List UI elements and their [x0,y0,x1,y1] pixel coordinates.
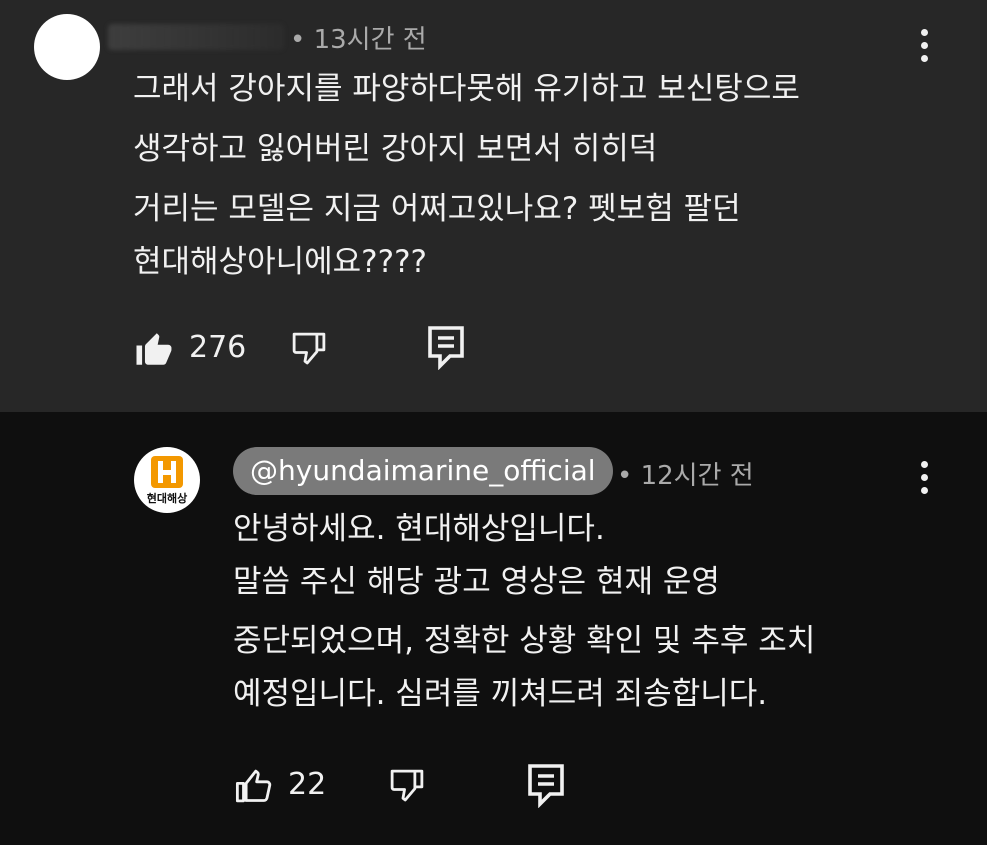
like-count: 276 [189,330,247,365]
like-filled-icon [136,333,172,365]
reply-timestamp: • 12시간 전 [617,461,754,491]
reply-button[interactable] [526,762,566,812]
comment-line: 현대해상아니에요???? [133,244,427,280]
avatar[interactable]: 현대해상 [134,447,200,513]
like-outline-icon [235,769,272,803]
reply-icon [528,764,564,809]
comment-line: 그래서 강아지를 파양하다못해 유기하고 보신탕으로 [133,71,800,107]
like-count: 22 [288,767,327,802]
more-vert-icon[interactable] [913,26,937,66]
more-vert-icon[interactable] [913,458,937,498]
reply-icon [428,326,464,371]
dislike-icon [292,332,326,365]
author-name-redacted[interactable] [108,24,284,50]
like-button[interactable] [233,765,275,811]
avatar[interactable] [34,14,100,80]
reply-line: 예정입니다. 심려를 끼쳐드려 죄송합니다. [233,676,768,712]
reply-line: 말씀 주신 해당 광고 영상은 현재 운영 [233,564,720,600]
hyundai-marine-logo [151,456,183,488]
channel-handle[interactable]: @hyundaimarine_official [233,447,613,495]
avatar-label: 현대해상 [146,492,188,505]
comment-timestamp: • 13시간 전 [290,25,427,55]
like-button[interactable] [133,328,175,374]
reply-button[interactable] [426,324,466,374]
comment-line: 생각하고 잃어버린 강아지 보면서 히히덕 [133,131,658,167]
dislike-icon [390,769,424,802]
dislike-button[interactable] [386,765,428,811]
dislike-button[interactable] [288,328,330,374]
